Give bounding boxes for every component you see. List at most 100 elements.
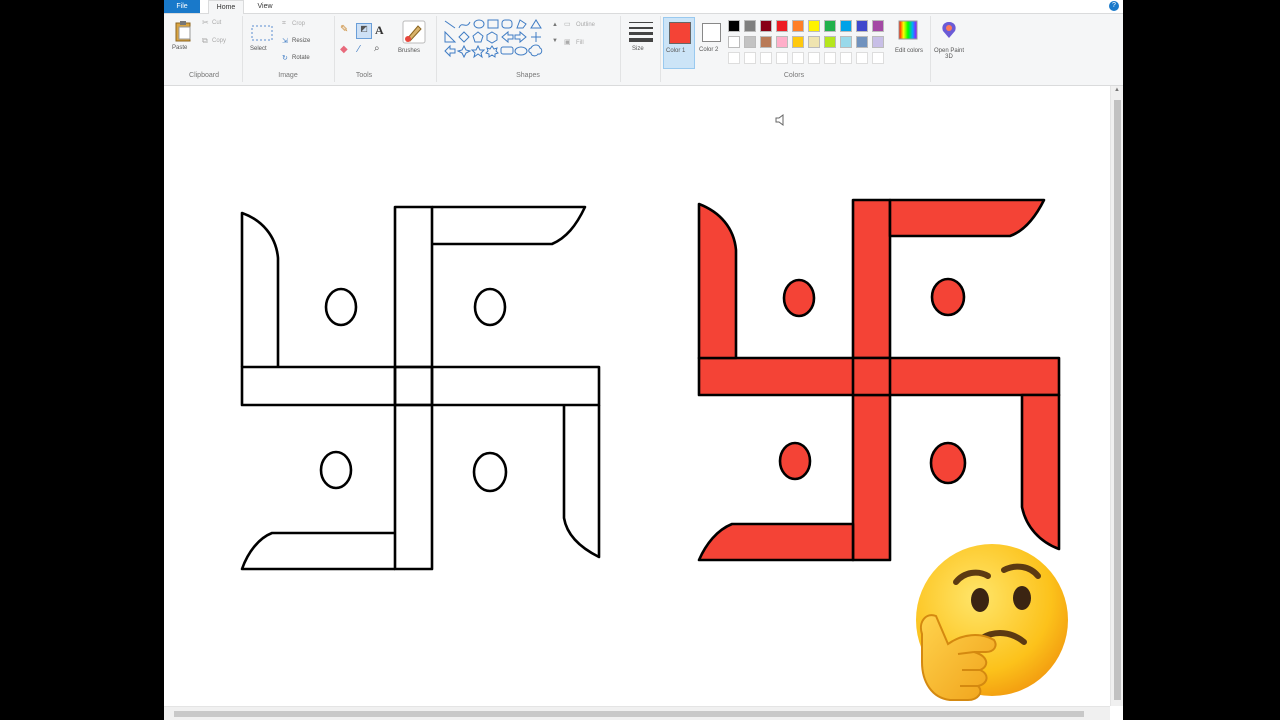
palette-swatch[interactable] bbox=[760, 20, 772, 32]
scissors-icon: ✂ bbox=[202, 18, 209, 27]
color-spectrum-icon bbox=[898, 20, 918, 40]
swastika-outline bbox=[240, 205, 601, 571]
clipboard-icon bbox=[175, 21, 191, 42]
copy-icon: ⧉ bbox=[202, 36, 208, 45]
dot-bottom-right bbox=[472, 451, 508, 493]
chevron-down-icon[interactable]: ▼ bbox=[552, 38, 558, 44]
open-paint3d-label: Open Paint 3D bbox=[933, 48, 965, 60]
arm-top bbox=[432, 205, 587, 246]
size-label: Size bbox=[632, 46, 644, 52]
palette-swatch-empty[interactable] bbox=[824, 52, 836, 64]
palette-swatch[interactable] bbox=[728, 36, 740, 48]
paste-button[interactable]: Paste bbox=[170, 18, 196, 66]
palette-swatch[interactable] bbox=[792, 36, 804, 48]
separator bbox=[436, 16, 437, 82]
palette-swatch[interactable] bbox=[824, 36, 836, 48]
dot-bottom-right bbox=[929, 441, 967, 485]
palette-swatch-empty[interactable] bbox=[872, 52, 884, 64]
speaker-cursor-icon bbox=[775, 114, 784, 126]
eraser-icon[interactable]: ◆ bbox=[340, 44, 348, 55]
outline-button[interactable]: Outline bbox=[576, 22, 595, 28]
vertical-scroll-thumb[interactable] bbox=[1114, 100, 1121, 700]
palette-swatch[interactable] bbox=[872, 20, 884, 32]
color1-swatch bbox=[669, 22, 691, 44]
edit-colors-button[interactable]: Edit colors bbox=[892, 18, 926, 70]
horizontal-bar bbox=[240, 365, 601, 407]
resize-button[interactable]: Resize bbox=[292, 38, 310, 44]
palette-swatch-empty[interactable] bbox=[856, 52, 868, 64]
ribbon: Paste Cut ✂ Copy ⧉ Clipboard Select ⌗ Cr… bbox=[164, 14, 1123, 86]
pencil-icon[interactable]: ✎ bbox=[340, 24, 348, 35]
text-icon[interactable]: A bbox=[375, 23, 384, 38]
palette-swatch-empty[interactable] bbox=[840, 52, 852, 64]
chevron-down-icon[interactable]: ▲ bbox=[552, 22, 558, 28]
copy-button[interactable]: Copy bbox=[212, 38, 226, 44]
shapes-gallery[interactable] bbox=[442, 18, 550, 64]
palette-swatch-empty[interactable] bbox=[776, 52, 788, 64]
palette-swatch-empty[interactable] bbox=[808, 52, 820, 64]
resize-icon: ⇲ bbox=[282, 38, 288, 45]
vertical-scrollbar[interactable]: ▲ bbox=[1110, 86, 1123, 706]
palette-swatch[interactable] bbox=[840, 20, 852, 32]
paste-label: Paste bbox=[172, 45, 188, 51]
palette-swatch[interactable] bbox=[760, 36, 772, 48]
palette-swatch[interactable] bbox=[840, 36, 852, 48]
color-palette bbox=[728, 20, 888, 74]
dot-top-left bbox=[782, 278, 816, 318]
center-square bbox=[393, 365, 434, 407]
palette-swatch[interactable] bbox=[872, 36, 884, 48]
cut-button[interactable]: Cut bbox=[212, 20, 221, 26]
outline-icon: ▭ bbox=[564, 21, 571, 28]
swastika-filled bbox=[697, 198, 1061, 562]
arm-left bbox=[697, 202, 738, 360]
vertical-bar bbox=[393, 205, 434, 571]
horizontal-scroll-thumb[interactable] bbox=[174, 711, 1084, 717]
separator bbox=[242, 16, 243, 82]
select-button[interactable]: Select bbox=[248, 20, 276, 66]
crop-button[interactable]: Crop bbox=[292, 21, 305, 27]
tab-home[interactable]: Home bbox=[208, 0, 244, 14]
palette-swatch-empty[interactable] bbox=[744, 52, 756, 64]
color1-label: Color 1 bbox=[666, 48, 686, 54]
palette-swatch-empty[interactable] bbox=[760, 52, 772, 64]
line-width-icon bbox=[629, 22, 653, 42]
ribbon-tabs: File Home View ? bbox=[164, 0, 1123, 14]
fill-button[interactable]: Fill bbox=[576, 40, 584, 46]
palette-swatch[interactable] bbox=[856, 36, 868, 48]
select-label: Select bbox=[250, 46, 267, 52]
separator bbox=[660, 16, 661, 82]
rotate-button[interactable]: Rotate bbox=[292, 55, 310, 61]
separator bbox=[930, 16, 931, 82]
palette-swatch[interactable] bbox=[824, 20, 836, 32]
palette-swatch[interactable] bbox=[776, 20, 788, 32]
brushes-button[interactable]: Brushes bbox=[398, 18, 430, 66]
palette-swatch-empty[interactable] bbox=[728, 52, 740, 64]
tab-file[interactable]: File bbox=[164, 0, 200, 13]
brushes-label: Brushes bbox=[398, 48, 421, 54]
palette-swatch[interactable] bbox=[728, 20, 740, 32]
color-picker-icon[interactable]: ⁄ bbox=[358, 44, 360, 55]
open-paint3d-button[interactable]: Open Paint 3D bbox=[932, 18, 966, 70]
colors-group-label: Colors bbox=[783, 72, 805, 79]
arm-right bbox=[562, 405, 601, 559]
fill-icon: ▣ bbox=[564, 39, 571, 46]
magnifier-icon[interactable]: ⌕ bbox=[374, 43, 380, 54]
palette-swatch[interactable] bbox=[776, 36, 788, 48]
fill-bucket-icon[interactable]: ◩ bbox=[356, 23, 372, 39]
thinking-face-emoji bbox=[916, 544, 1068, 701]
palette-swatch[interactable] bbox=[744, 20, 756, 32]
palette-swatch[interactable] bbox=[744, 36, 756, 48]
tab-view[interactable]: View bbox=[250, 0, 280, 13]
color2-button[interactable]: Color 2 bbox=[697, 17, 725, 69]
palette-swatch[interactable] bbox=[808, 20, 820, 32]
help-icon[interactable]: ? bbox=[1109, 1, 1119, 11]
palette-swatch[interactable] bbox=[808, 36, 820, 48]
palette-swatch-empty[interactable] bbox=[792, 52, 804, 64]
dot-top-left bbox=[324, 287, 358, 327]
color1-button[interactable]: Color 1 bbox=[663, 17, 695, 69]
crop-icon: ⌗ bbox=[282, 20, 286, 27]
palette-swatch[interactable] bbox=[792, 20, 804, 32]
scroll-up-arrow-icon[interactable]: ▲ bbox=[1114, 87, 1120, 93]
size-button[interactable]: Size bbox=[626, 18, 656, 68]
palette-swatch[interactable] bbox=[856, 20, 868, 32]
